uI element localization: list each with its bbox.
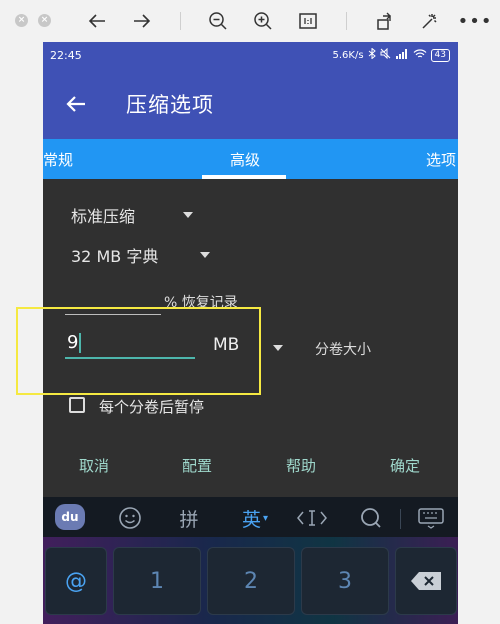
at-key[interactable]: @	[45, 547, 107, 615]
tab-bar: 常规 高级 选项	[43, 139, 458, 179]
dictionary-size-dropdown[interactable]: 32 MB 字典	[71, 243, 211, 267]
digit-2-key[interactable]: 2	[207, 547, 295, 615]
mute-icon	[380, 47, 391, 62]
pause-after-volume-checkbox[interactable]	[69, 397, 85, 413]
bluetooth-icon	[368, 47, 376, 62]
compression-level-dropdown[interactable]: 标准压缩	[71, 203, 194, 227]
actual-size-icon[interactable]	[297, 8, 319, 34]
wifi-icon	[413, 48, 427, 62]
chevron-down-icon	[183, 212, 194, 218]
minimize-window-icon[interactable]: ×	[38, 14, 51, 27]
zoom-in-icon[interactable]	[252, 8, 274, 34]
rotate-icon[interactable]	[374, 8, 396, 34]
chevron-down-icon: ▾	[262, 512, 269, 524]
pinyin-mode-button[interactable]: 拼	[174, 505, 204, 531]
profile-button[interactable]: 配置	[182, 455, 212, 476]
back-arrow-icon[interactable]	[63, 91, 89, 117]
backspace-icon	[411, 572, 441, 590]
keyboard-toolbar: du 拼 英 ▾	[43, 497, 458, 539]
chevron-down-icon[interactable]	[273, 345, 283, 351]
status-time: 22:45	[50, 49, 82, 62]
volume-size-label: 分卷大小	[315, 342, 371, 358]
emoji-icon[interactable]	[115, 505, 145, 531]
more-icon[interactable]: •••	[458, 8, 492, 34]
digit-3-key[interactable]: 3	[301, 547, 389, 615]
digit-1-key[interactable]: 1	[113, 547, 201, 615]
keyboard-logo[interactable]: du	[55, 504, 85, 530]
chevron-down-icon	[200, 252, 211, 258]
search-icon[interactable]	[356, 505, 386, 531]
dictionary-size-value: 32 MB 字典	[71, 247, 159, 266]
cancel-button[interactable]: 取消	[79, 455, 109, 476]
english-mode-label: 英	[241, 508, 261, 531]
cursor-move-icon[interactable]	[295, 505, 329, 531]
backspace-key[interactable]	[395, 547, 457, 615]
viewer-toolbar: × × •••	[0, 0, 500, 42]
network-speed: 5.6K/s	[332, 49, 364, 61]
tab-advanced[interactable]: 高级	[230, 149, 260, 170]
highlight-box	[16, 307, 261, 395]
forward-arrow-icon[interactable]	[131, 8, 153, 34]
soft-keyboard: du 拼 英 ▾ @ 1 2 3	[43, 497, 458, 624]
page-title: 压缩选项	[126, 93, 214, 117]
english-mode-button[interactable]: 英 ▾	[235, 505, 275, 531]
ok-button[interactable]: 确定	[390, 455, 420, 476]
magic-wand-icon[interactable]	[419, 8, 441, 34]
keyboard-divider	[400, 509, 401, 529]
help-button[interactable]: 帮助	[286, 455, 316, 476]
zoom-out-icon[interactable]	[207, 8, 229, 34]
compression-level-value: 标准压缩	[71, 207, 136, 226]
toolbar-divider	[346, 12, 347, 30]
tab-options[interactable]: 选项	[426, 149, 456, 170]
status-bar: 22:45 5.6K/s 43	[43, 42, 458, 69]
close-window-icon[interactable]: ×	[15, 14, 28, 27]
app-bar: 压缩选项	[43, 69, 458, 139]
battery-indicator: 43	[430, 48, 450, 62]
signal-icon	[395, 48, 409, 62]
toolbar-divider	[180, 12, 181, 30]
keyboard-hide-icon[interactable]	[414, 505, 448, 531]
pause-after-volume-label: 每个分卷后暂停	[99, 398, 205, 416]
back-arrow-icon[interactable]	[86, 8, 108, 34]
tab-general[interactable]: 常规	[43, 149, 73, 170]
status-icons: 5.6K/s 43	[332, 47, 450, 62]
